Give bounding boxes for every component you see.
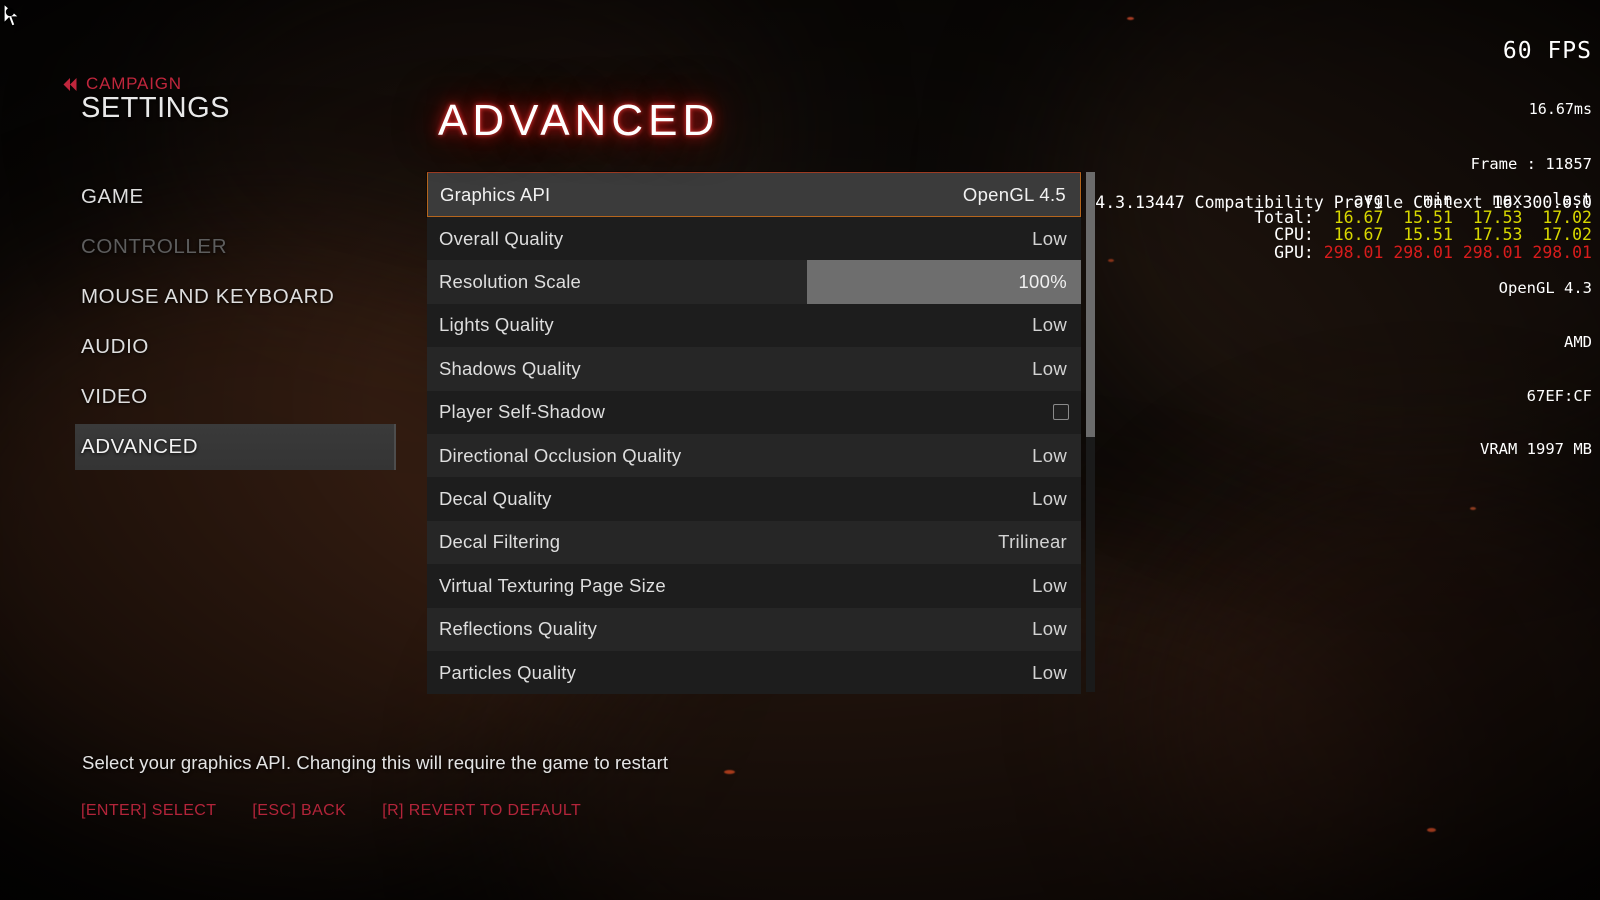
setting-label: Reflections Quality [439,618,598,640]
setting-label: Overall Quality [439,227,564,249]
setting-row-graphics-api[interactable]: Graphics API OpenGL 4.5 [427,172,1081,217]
page-title: SETTINGS [81,92,231,124]
setting-label: Particles Quality [439,661,577,683]
breadcrumb[interactable]: CAMPAIGN [62,74,182,94]
setting-row-resolution-scale[interactable]: Resolution Scale 100% [427,260,1081,304]
overlay-frametime: 16.67ms [1528,100,1592,119]
setting-label: Virtual Texturing Page Size [439,574,666,596]
sidebar-item-game[interactable]: GAME [0,172,420,222]
setting-value: Low [1032,661,1067,683]
settings-rows: Graphics API OpenGL 4.5 Overall Quality Low… [427,172,1081,695]
overlay-stat-name: Total: [1244,207,1314,227]
sidebar-item-label: MOUSE AND KEYBOARD [81,285,335,308]
sidebar-item-label: AUDIO [81,335,149,358]
setting-value: Low [1032,488,1067,510]
key-hint-2[interactable]: [R] REVERT TO DEFAULT [382,802,581,820]
sidebar-item-controller: CONTROLLER [0,222,420,272]
setting-row-player-self-shadow[interactable]: Player Self-Shadow [427,390,1081,434]
double-chevron-left-icon[interactable] [62,77,79,92]
setting-label: Lights Quality [439,314,554,336]
key-hint-0[interactable]: [ENTER] SELECT [81,802,216,820]
scrollbar-thumb[interactable] [1086,172,1095,437]
mouse-cursor [2,2,22,29]
settings-panel: Graphics API OpenGL 4.5 Overall Quality Low… [427,172,1095,695]
breadcrumb-label: CAMPAIGN [86,74,182,93]
section-heading: ADVANCED [438,96,720,145]
setting-row-lights-quality[interactable]: Lights Quality Low [427,303,1081,348]
setting-value: Low [1032,444,1067,466]
sidebar-item-label: ADVANCED [81,435,199,458]
setting-row-overall-quality[interactable]: Overall Quality Low [427,217,1081,261]
setting-row-virtual-texturing-page-size[interactable]: Virtual Texturing Page Size Low [427,564,1081,608]
sidebar-item-video[interactable]: VIDEO [0,372,420,422]
overlay-stat-values: 298.01 298.01 298.01 298.01 [1313,242,1592,262]
setting-value: Low [1032,574,1067,596]
overlay-device-id: 67EF:CF [1526,386,1592,405]
overlay-table-header: avg min max last [1244,190,1592,210]
key-hint-1[interactable]: [ESC] BACK [252,802,346,820]
setting-row-directional-occlusion-quality[interactable]: Directional Occlusion Quality Low [427,433,1081,478]
sidebar-item-mouse-and-keyboard[interactable]: MOUSE AND KEYBOARD [0,272,420,322]
performance-overlay: 60 FPS 16.67ms Frame : 11857 avg min max… [1205,2,1592,494]
setting-label: Directional Occlusion Quality [439,444,682,466]
setting-value: Low [1032,314,1067,336]
setting-label: Resolution Scale [439,271,582,293]
sidebar-item-advanced[interactable]: ADVANCED [0,422,420,472]
setting-row-decal-filtering[interactable]: Decal Filtering Trilinear [427,520,1081,565]
sidebar-item-label: GAME [81,185,144,208]
overlay-stat-row: Total: 16.67 15.51 17.53 17.02 [1244,207,1592,227]
setting-value: OpenGL 4.5 [962,183,1066,205]
sidebar-nav-list: GAME CONTROLLER MOUSE AND KEYBOARD AUDIO VID… [0,172,420,472]
setting-label: Decal Filtering [439,531,561,553]
overlay-stat-row: GPU: 298.01 298.01 298.01 298.01 [1244,244,1592,262]
setting-description: Select your graphics API. Changing this … [82,752,669,773]
overlay-vendor: AMD [1564,332,1592,351]
overlay-stats-table: avg min max last Total: 16.67 15.51 17.5… [1244,191,1592,261]
overlay-api: OpenGL 4.3 [1498,279,1592,298]
overlay-frame: Frame : 11857 [1470,154,1592,173]
setting-row-reflections-quality[interactable]: Reflections Quality Low [427,607,1081,651]
setting-label: Shadows Quality [439,357,581,379]
setting-value: Low [1032,227,1067,249]
setting-label: Player Self-Shadow [439,401,606,423]
setting-label: Decal Quality [439,488,552,510]
setting-value: Trilinear [998,531,1067,553]
setting-row-particles-quality[interactable]: Particles Quality Low [427,650,1081,695]
sidebar-item-audio[interactable]: AUDIO [0,322,420,372]
setting-value: Low [1032,357,1067,379]
overlay-stat-name: GPU: [1244,242,1314,262]
setting-row-decal-quality[interactable]: Decal Quality Low [427,477,1081,521]
sidebar-item-label: CONTROLLER [81,235,228,258]
setting-value: 100% [1018,271,1067,293]
overlay-fps: 60 FPS [1502,38,1592,65]
game-settings-screen: CAMPAIGN SETTINGS GAME CONTROLLER MOUSE AN… [0,0,1600,900]
setting-checkbox[interactable] [1053,404,1069,421]
setting-row-shadows-quality[interactable]: Shadows Quality Low [427,347,1081,391]
sidebar-item-label: VIDEO [81,385,148,408]
setting-value: Low [1032,618,1067,640]
overlay-stat-name: CPU: [1244,225,1314,245]
overlay-stat-values: 16.67 15.51 17.53 17.02 [1313,225,1592,245]
overlay-stat-row: CPU: 16.67 15.51 17.53 17.02 [1244,226,1592,244]
overlay-stat-values: 16.67 15.51 17.53 17.02 [1313,207,1592,227]
key-hints: [ENTER] SELECT [ESC] BACK [R] REVERT TO DE… [81,802,581,820]
setting-label: Graphics API [440,183,551,205]
overlay-vram: VRAM 1997 MB [1480,440,1592,459]
